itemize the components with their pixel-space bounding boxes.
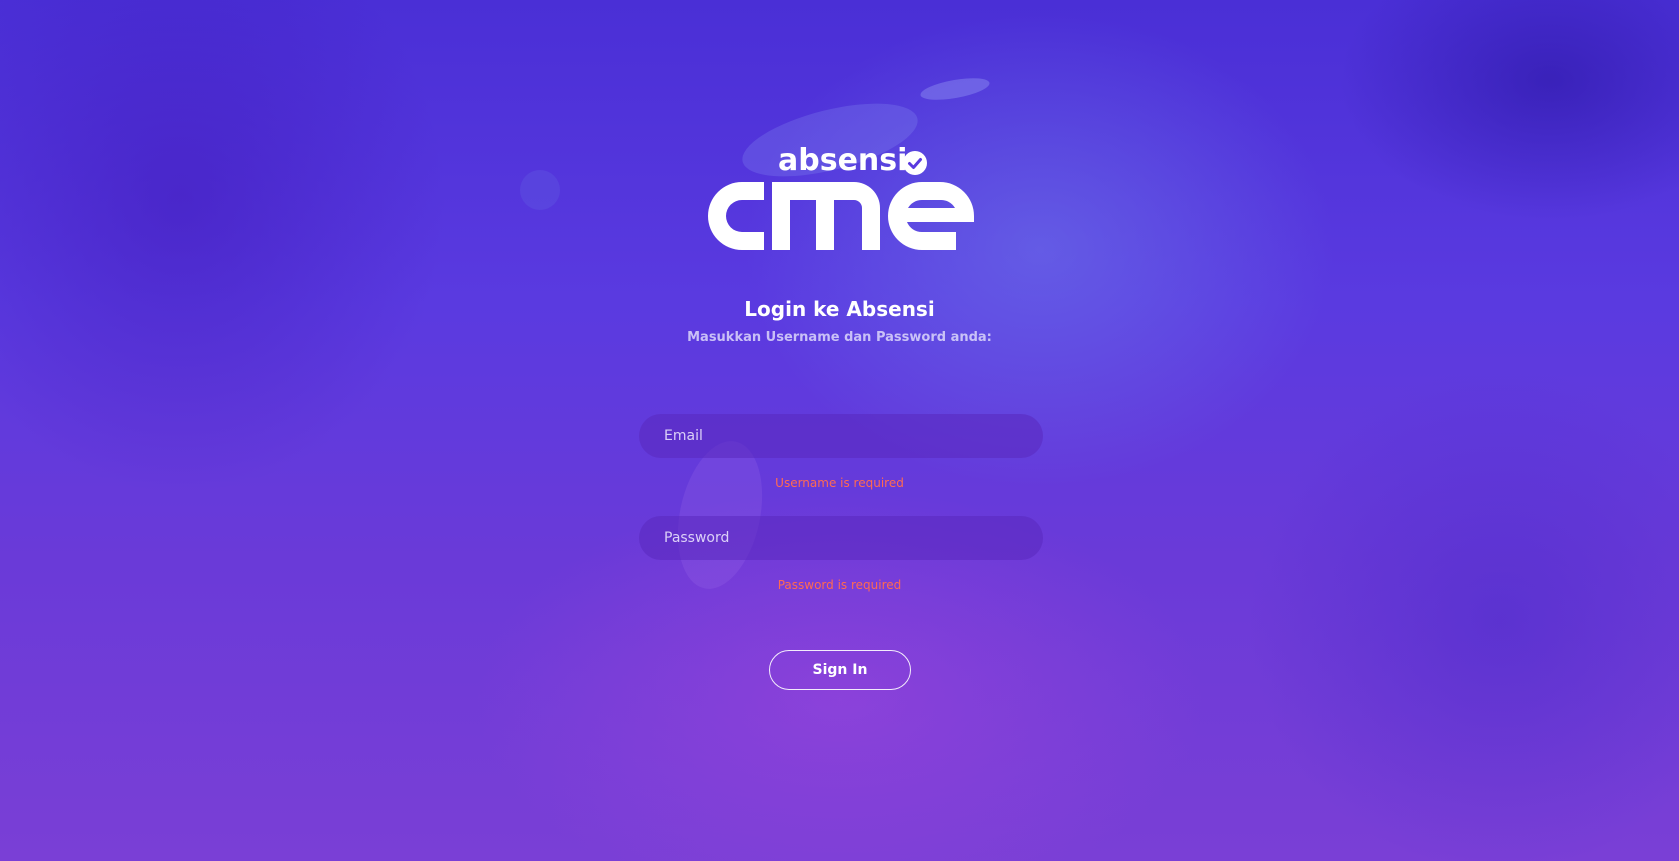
- logo-top-text: absensi: [778, 143, 908, 178]
- password-error-message: Password is required: [777, 578, 902, 592]
- logo: absensi: [700, 140, 980, 260]
- check-circle-icon: [903, 151, 927, 175]
- password-field[interactable]: [639, 516, 1043, 560]
- logo-main-text: [708, 182, 974, 250]
- page-title: Login ke Absensi: [744, 297, 935, 321]
- login-page: absensi Login ke Absensi Masukkan Userna…: [0, 0, 1679, 861]
- email-field[interactable]: [639, 414, 1043, 458]
- email-error-message: Username is required: [775, 476, 904, 490]
- sign-in-button[interactable]: Sign In: [769, 650, 911, 690]
- page-subtitle: Masukkan Username dan Password anda:: [687, 330, 992, 345]
